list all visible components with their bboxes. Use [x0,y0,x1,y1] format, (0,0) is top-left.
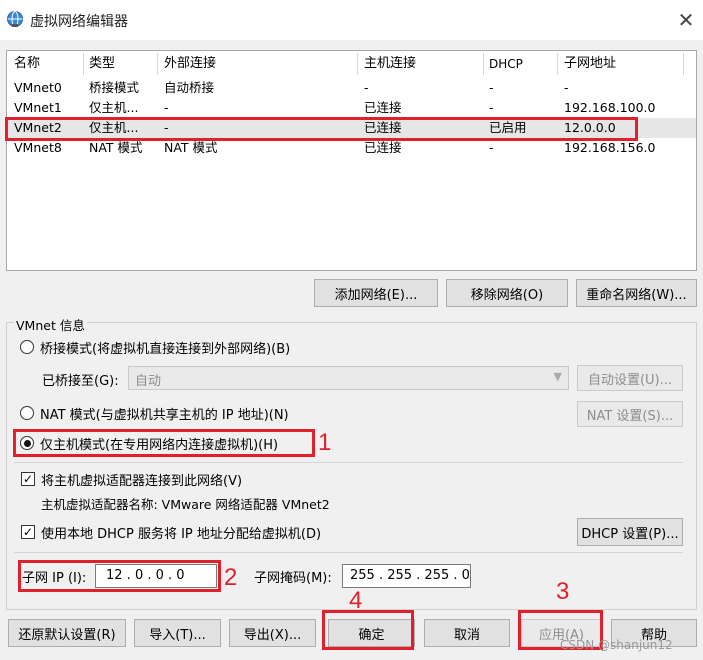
adapter-name-text: 主机虚拟适配器名称: VMware 网络适配器 VMnet2 [41,497,330,512]
cell-external: NAT 模式 [164,140,218,155]
close-button[interactable]: ✕ [672,6,700,34]
dhcp-settings-button[interactable]: DHCP 设置(P)... [577,518,683,546]
table-row-selected[interactable]: VMnet2 仅主机... - 已连接 已启用 12.0.0.0 [7,118,696,138]
nat-mode-radio[interactable] [20,406,34,420]
bridged-to-label: 已桥接至(G): [42,374,119,389]
subnet-mask-label: 子网掩码(M): [254,571,332,586]
ok-button[interactable]: 确定 [328,619,415,647]
table-row[interactable]: VMnet0 桥接模式 自动桥接 - - - [7,78,696,98]
annotation-4: 4 [349,587,363,614]
column-header-dhcp[interactable]: DHCP [489,51,523,77]
use-dhcp-checkbox[interactable]: ✓ [21,525,35,539]
column-header-host[interactable]: 主机连接 [364,51,416,77]
close-icon: ✕ [677,8,695,32]
cell-dhcp: - [489,140,494,155]
bridge-mode-label[interactable]: 桥接模式(将虚拟机直接连接到外部网络)(B) [40,338,290,357]
restore-defaults-button[interactable]: 还原默认设置(R) [8,619,126,647]
cancel-button[interactable]: 取消 [424,619,510,647]
cell-type: 桥接模式 [89,80,140,95]
cell-type: 仅主机... [89,100,139,115]
cell-dhcp: 已启用 [489,120,527,135]
cell-external: - [164,120,169,135]
cell-type: NAT 模式 [89,140,143,155]
subnet-ip-input[interactable]: 12 . 0 . 0 . 0 [95,564,217,588]
cell-dhcp: - [489,100,494,115]
window-title: 虚拟网络编辑器 [30,14,128,30]
cell-host: - [364,80,369,95]
cell-dhcp: - [489,80,494,95]
annotation-2: 2 [224,564,238,591]
use-dhcp-label[interactable]: 使用本地 DHCP 服务将 IP 地址分配给虚拟机(D) [41,523,321,542]
connect-adapter-checkbox[interactable]: ✓ [21,472,35,486]
divider [14,552,683,553]
rename-network-button[interactable]: 重命名网络(W)... [576,279,697,307]
bridged-to-select[interactable]: 自动 ▼ [128,366,569,390]
watermark-text: CSDN @shanjun12 [560,638,673,652]
subnet-mask-input[interactable]: 255 . 255 . 255 . 0 [342,564,471,588]
remove-network-button[interactable]: 移除网络(O) [446,279,568,307]
cell-subnet: 12.0.0.0 [564,120,616,135]
cell-name: VMnet0 [14,80,62,95]
cell-type: 仅主机... [89,120,139,135]
cell-name: VMnet2 [14,120,62,135]
cell-external: - [164,100,169,115]
cell-name: VMnet1 [14,100,62,115]
column-header-external[interactable]: 外部连接 [164,51,216,77]
network-list[interactable]: 名称 类型 外部连接 主机连接 DHCP 子网地址 VMnet0 桥接模式 自动… [6,50,697,271]
cell-host: 已连接 [364,140,402,155]
connect-adapter-label[interactable]: 将主机虚拟适配器连接到此网络(V) [41,470,242,489]
nat-settings-button[interactable]: NAT 设置(S)... [577,401,683,427]
annotation-3: 3 [556,578,570,605]
cell-host: 已连接 [364,100,402,115]
import-button[interactable]: 导入(T)... [134,619,221,647]
nat-mode-label[interactable]: NAT 模式(与虚拟机共享主机的 IP 地址)(N) [40,404,289,423]
annotation-1: 1 [318,429,332,456]
bridged-to-value: 自动 [135,374,162,389]
column-header-subnet[interactable]: 子网地址 [564,51,616,77]
host-only-mode-radio[interactable] [20,436,34,450]
bridge-mode-radio[interactable] [20,340,34,354]
host-only-mode-label[interactable]: 仅主机模式(在专用网络内连接虚拟机)(H) [40,434,278,453]
subnet-ip-label: 子网 IP (I): [22,571,87,586]
chevron-down-icon: ▼ [553,370,562,383]
table-row[interactable]: VMnet8 NAT 模式 NAT 模式 已连接 - 192.168.156.0 [7,138,696,158]
cell-host: 已连接 [364,120,402,135]
add-network-button[interactable]: 添加网络(E)... [314,279,438,307]
column-header-type[interactable]: 类型 [89,51,115,77]
export-button[interactable]: 导出(X)... [229,619,316,647]
table-row[interactable]: VMnet1 仅主机... - 已连接 - 192.168.100.0 [7,98,696,118]
column-header-name[interactable]: 名称 [14,51,40,77]
auto-settings-button[interactable]: 自动设置(U)... [577,365,683,391]
vmnet-info-title: VMnet 信息 [14,315,87,334]
cell-subnet: 192.168.156.0 [564,140,656,155]
cell-subnet: 192.168.100.0 [564,100,656,115]
cell-name: VMnet8 [14,140,62,155]
network-globe-icon [6,10,24,28]
divider [14,462,683,463]
cell-subnet: - [564,80,569,95]
cell-external: 自动桥接 [164,80,215,95]
